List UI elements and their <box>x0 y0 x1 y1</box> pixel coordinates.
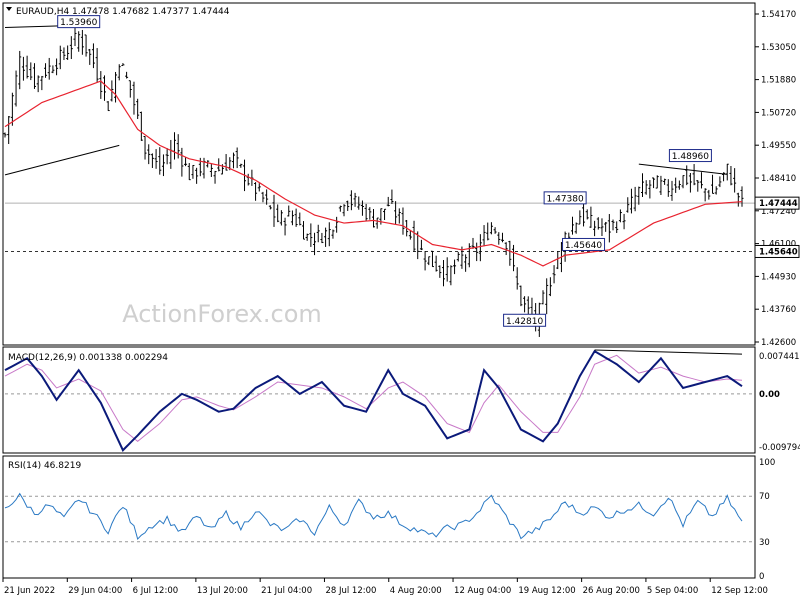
price-tick-label: 1.49550 <box>761 141 796 151</box>
x-tick-label: 12 Aug 04:00 <box>454 586 511 596</box>
rsi-title: RSI(14) 46.8219 <box>8 461 81 471</box>
price-label-text: 1.53960 <box>60 18 97 28</box>
macd-title: MACD(12,26,9) 0.001338 0.002294 <box>8 353 168 363</box>
x-tick-label: 28 Jul 12:00 <box>325 586 376 596</box>
macd-tick-label: 0.00 <box>759 390 780 400</box>
price-tick-label: 1.42600 <box>761 338 796 348</box>
rsi-tick-label: 0 <box>759 572 764 582</box>
price-label-text: 1.48960 <box>672 152 709 162</box>
price-tick-label: 1.50720 <box>761 108 796 118</box>
rsi-tick-label: 100 <box>759 458 775 468</box>
support-price-text: 1.45640 <box>759 247 798 257</box>
x-tick-label: 21 Jul 04:00 <box>261 586 312 596</box>
symbol-title: EURAUD,H4 1.47478 1.47682 1.47377 1.4744… <box>16 7 230 17</box>
price-tick-label: 1.54170 <box>761 10 796 20</box>
macd-tick-label: 0.007441 <box>759 352 800 362</box>
x-tick-label: 12 Sep 12:00 <box>711 586 768 596</box>
rsi-tick-label: 30 <box>759 538 770 548</box>
x-tick-label: 21 Jun 2022 <box>4 586 55 596</box>
chart-canvas: ActionForex.com 1.53960 1.47380 1.45640 1.4… <box>2 2 800 596</box>
x-tick-label: 26 Aug 20:00 <box>583 586 640 596</box>
price-tick-label: 1.44930 <box>761 272 796 282</box>
watermark: ActionForex.com <box>122 300 322 328</box>
price-tick-label: 1.51880 <box>761 76 796 86</box>
price-label-text: 1.45640 <box>565 241 602 251</box>
price-tick-label: 1.48410 <box>761 174 796 184</box>
x-tick-label: 6 Jul 12:00 <box>133 586 179 596</box>
x-tick-label: 29 Jun 04:00 <box>68 586 122 596</box>
price-label-text: 1.42810 <box>506 317 543 327</box>
x-tick-label: 4 Aug 20:00 <box>390 586 442 596</box>
macd-tick-label: -0.009794 <box>759 443 800 453</box>
x-tick-label: 5 Sep 04:00 <box>647 586 698 596</box>
price-label-text: 1.47380 <box>547 194 584 204</box>
price-tick-label: 1.43760 <box>761 305 796 315</box>
x-tick-label: 13 Jul 20:00 <box>197 586 248 596</box>
price-tick-label: 1.53050 <box>761 43 796 53</box>
x-tick-label: 19 Aug 12:00 <box>518 586 575 596</box>
rsi-tick-label: 70 <box>759 492 770 502</box>
current-price-text: 1.47444 <box>759 199 798 209</box>
